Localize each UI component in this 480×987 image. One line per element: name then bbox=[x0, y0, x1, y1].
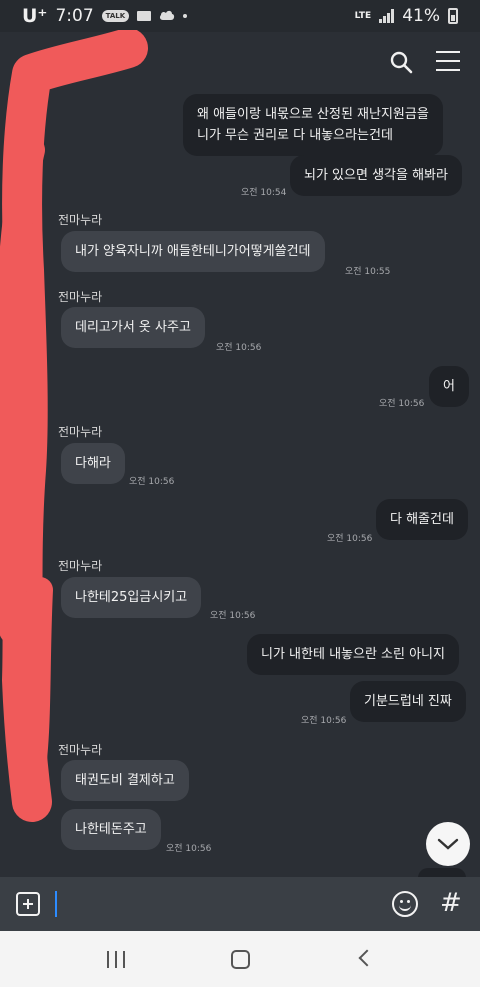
message-bubble-incoming: 데리고가서 옷 사주고 bbox=[61, 307, 205, 348]
sender-name: 전마누라 bbox=[58, 559, 103, 573]
message-text: 왜 애들이랑 내몫으로 산정된 재난지원금을 bbox=[197, 107, 429, 122]
clock: 7:07 bbox=[55, 6, 94, 26]
message-bubble-incoming: 다해라 bbox=[61, 443, 125, 484]
message-bubble-incoming: 내가 양육자니까 애들한테니가어떻게쓸건데 bbox=[61, 231, 325, 272]
message-bubble-outgoing: 기분드럽네 진짜 bbox=[350, 681, 466, 722]
emoji-icon[interactable] bbox=[392, 891, 418, 917]
message-time: 오전 10:55 bbox=[345, 267, 391, 277]
sender-name: 전마누라 bbox=[58, 425, 103, 439]
message-time: 오전 10:56 bbox=[210, 611, 256, 621]
message-text: 니가 무슨 권리로 다 내놓으라는건데 bbox=[197, 128, 393, 143]
search-icon[interactable] bbox=[389, 50, 413, 74]
sender-name: 전마누라 bbox=[58, 213, 103, 227]
text-caret bbox=[55, 891, 57, 917]
message-time: 오전 10:56 bbox=[129, 477, 175, 487]
chevron-down-icon bbox=[437, 838, 459, 850]
battery-percent: 41% bbox=[402, 6, 440, 26]
plus-icon[interactable] bbox=[16, 892, 40, 916]
message-bubble-outgoing: 왜 애들이랑 내몫으로 산정된 재난지원금을 니가 무슨 권리로 다 내놓으라는… bbox=[183, 94, 443, 156]
message-text: 데리고가서 옷 사주고 bbox=[75, 320, 191, 335]
back-icon[interactable] bbox=[358, 949, 376, 967]
message-bubble-outgoing: 다 해줄건데 bbox=[376, 499, 468, 540]
network-type: LTE bbox=[354, 10, 372, 21]
message-time: 오전 10:54 bbox=[241, 188, 287, 198]
home-icon[interactable] bbox=[231, 950, 250, 969]
sender-name: 전마누라 bbox=[58, 290, 103, 304]
message-text: 니가 내한테 내놓으란 소린 아니지 bbox=[261, 647, 445, 662]
dot-icon bbox=[183, 14, 188, 18]
sender-name: 전마누라 bbox=[58, 743, 103, 757]
recent-apps-icon[interactable] bbox=[107, 951, 125, 968]
message-input-bar: # bbox=[0, 877, 480, 931]
message-time: 오전 10:56 bbox=[327, 534, 373, 544]
message-bubble-incoming: 나한테25입금시키고 bbox=[61, 577, 202, 618]
message-text: 뇌가 있으면 생각을 해봐라 bbox=[304, 168, 448, 183]
message-bubble-outgoing: 뇌가 있으면 생각을 해봐라 bbox=[290, 155, 462, 196]
message-text: 다해라 bbox=[75, 456, 111, 471]
message-time: 오전 10:56 bbox=[216, 343, 262, 353]
message-time: 오전 10:56 bbox=[379, 399, 425, 409]
battery-icon bbox=[448, 8, 458, 24]
mail-icon bbox=[137, 11, 152, 21]
system-nav-bar bbox=[0, 931, 480, 987]
talk-badge-icon: TALK bbox=[101, 10, 130, 22]
message-bubble-outgoing: 어 bbox=[429, 366, 469, 407]
hash-icon[interactable]: # bbox=[440, 888, 462, 918]
message-bubble-incoming: 태권도비 결제하고 bbox=[61, 760, 189, 801]
chat-header bbox=[0, 32, 480, 90]
message-input[interactable] bbox=[52, 887, 372, 921]
message-text: 다 해줄건데 bbox=[390, 512, 454, 527]
message-bubble-incoming: 나한테돈주고 bbox=[61, 809, 161, 850]
scroll-down-button[interactable] bbox=[426, 822, 470, 866]
message-text: 나한테돈주고 bbox=[75, 822, 147, 837]
carrier-label: U⁺ bbox=[22, 5, 48, 27]
message-text: 나한테25입금시키고 bbox=[75, 590, 188, 605]
message-time: 오전 10:56 bbox=[301, 716, 347, 726]
message-text: 내가 양육자니까 애들한테니가어떻게쓸건데 bbox=[75, 244, 311, 259]
status-bar: U⁺ 7:07 TALK LTE 41% bbox=[0, 0, 480, 32]
message-text: 기분드럽네 진짜 bbox=[364, 694, 452, 709]
message-text: 태권도비 결제하고 bbox=[75, 773, 175, 788]
menu-icon[interactable] bbox=[436, 51, 460, 73]
message-bubble-outgoing: 니가 내한테 내놓으란 소린 아니지 bbox=[247, 634, 459, 675]
cloud-icon bbox=[159, 6, 175, 26]
signal-icon bbox=[379, 9, 395, 23]
message-text: 어 bbox=[443, 379, 455, 394]
message-time: 오전 10:56 bbox=[166, 844, 212, 854]
